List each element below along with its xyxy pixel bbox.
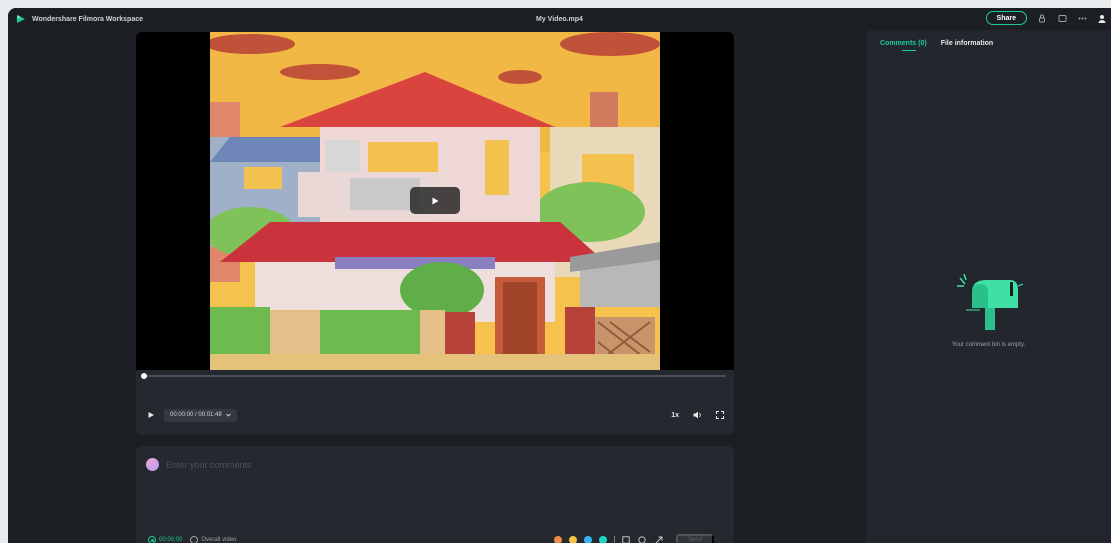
progress-bar[interactable]	[141, 373, 726, 379]
play-icon	[148, 412, 154, 418]
more-icon[interactable]	[1077, 13, 1087, 23]
annotation-tools: Send	[553, 534, 714, 543]
circle-icon[interactable]	[638, 536, 647, 543]
play-icon	[432, 197, 439, 204]
filmora-logo-icon	[16, 14, 26, 24]
fullscreen-icon[interactable]	[716, 411, 724, 419]
chevron-down-icon	[225, 413, 231, 417]
document-title: My Video.mp4	[536, 15, 583, 23]
play-button[interactable]	[146, 410, 156, 420]
lock-icon[interactable]	[1037, 13, 1047, 23]
color-swatch-blue[interactable]	[583, 536, 592, 543]
radio-dot	[190, 536, 199, 543]
color-swatch-teal[interactable]	[598, 536, 607, 543]
title-bar: Wondershare Filmora Workspace My Video.m…	[8, 8, 1111, 30]
color-swatch-yellow[interactable]	[568, 536, 577, 543]
comments-panel: Comments (0) File information Your comme…	[866, 30, 1111, 543]
playback-speed-button[interactable]: 1x	[671, 412, 679, 419]
play-overlay-button[interactable]	[410, 187, 460, 214]
user-icon[interactable]	[1097, 13, 1107, 23]
main-area: 00:00:00 / 00:01:48 1x Enter your commen…	[8, 30, 858, 543]
screen-icon[interactable]	[1057, 13, 1067, 23]
panel-tabs: Comments (0) File information	[880, 40, 993, 51]
comment-input[interactable]	[166, 458, 566, 471]
arrow-icon[interactable]	[654, 536, 663, 543]
radio-current-time[interactable]: 00:00:00	[148, 536, 182, 543]
app-title: Wondershare Filmora Workspace	[32, 15, 143, 23]
volume-icon[interactable]	[693, 411, 702, 419]
send-button[interactable]: Send	[675, 534, 714, 543]
progress-handle[interactable]	[141, 373, 147, 379]
empty-state: Your comment bin is empty.	[866, 270, 1111, 348]
share-button[interactable]: Share	[985, 11, 1027, 25]
tab-comments[interactable]: Comments (0)	[880, 40, 927, 51]
mailbox-icon	[956, 273, 1023, 330]
comment-composer: 00:00:00 Overall video	[136, 446, 734, 543]
color-swatch-orange[interactable]	[553, 536, 562, 543]
radio-current-time-label: 00:00:00	[159, 537, 183, 543]
radio-overall-video[interactable]: Overall video	[190, 536, 236, 543]
time-display[interactable]: 00:00:00 / 00:01:48	[164, 408, 237, 422]
radio-overall-video-label: Overall video	[201, 537, 237, 543]
tab-file-information[interactable]: File information	[941, 40, 994, 51]
rectangle-icon[interactable]	[622, 536, 631, 543]
video-player: 00:00:00 / 00:01:48 1x	[136, 32, 734, 435]
video-area[interactable]	[136, 32, 734, 370]
tool-divider	[613, 535, 615, 543]
empty-state-text: Your comment bin is empty.	[951, 342, 1026, 348]
avatar	[146, 458, 159, 471]
time-text: 00:00:00 / 00:01:48	[170, 412, 222, 418]
app-window: Wondershare Filmora Workspace My Video.m…	[8, 8, 1111, 543]
radio-dot-selected	[148, 536, 156, 543]
player-controls: 00:00:00 / 00:01:48 1x	[136, 406, 734, 424]
